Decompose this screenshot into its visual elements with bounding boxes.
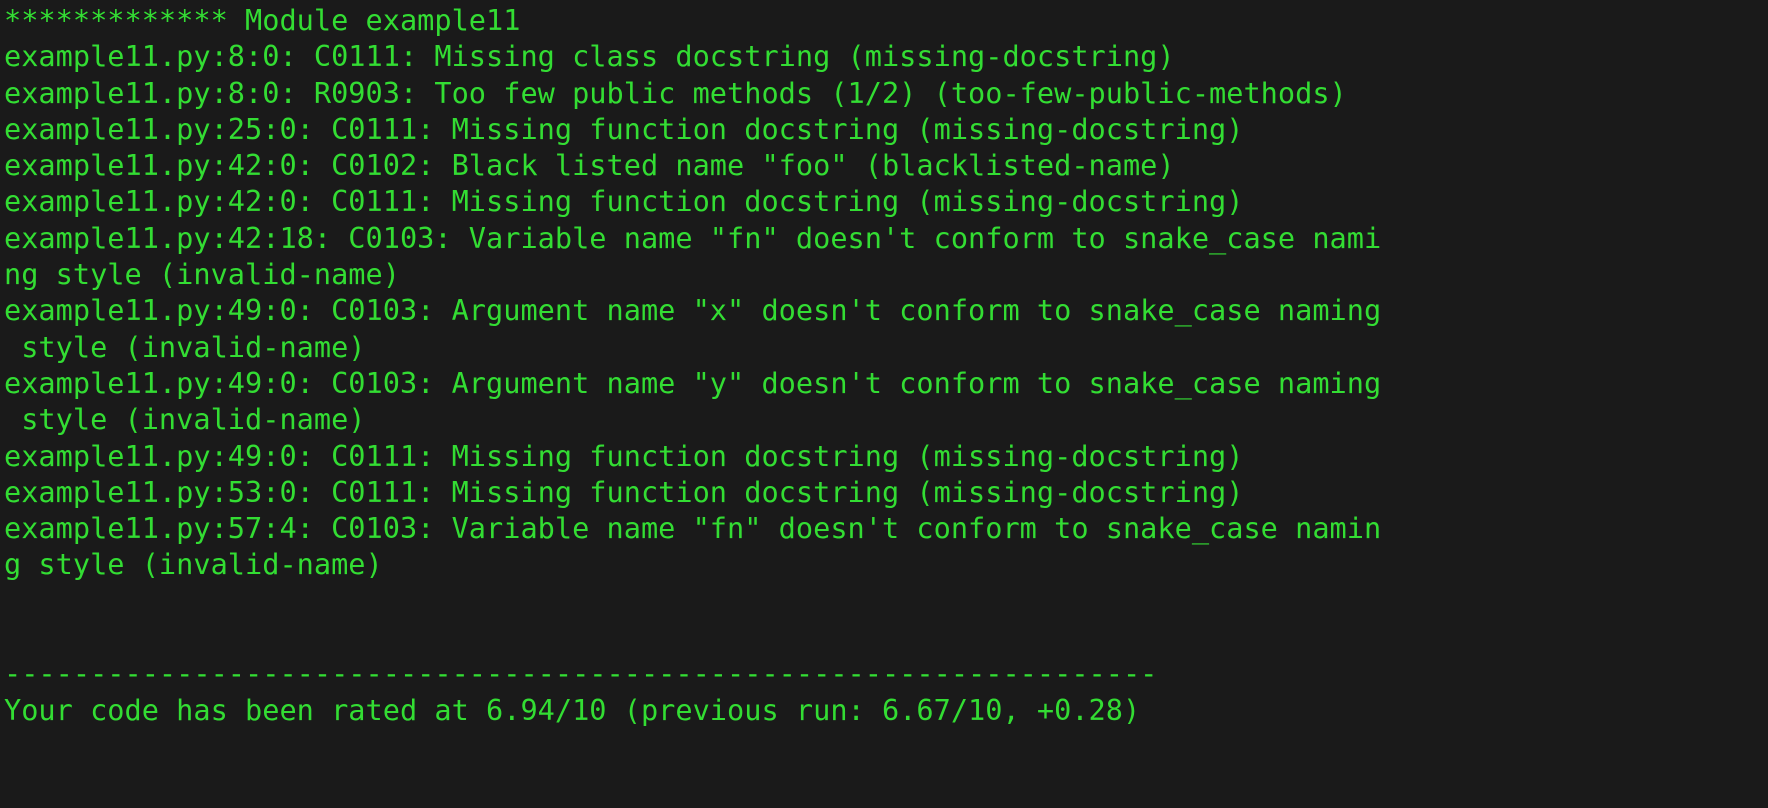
terminal-line: example11.py:8:0: R0903: Too few public … [4,75,1347,110]
terminal-line: example11.py:42:18: C0103: Variable name… [4,220,1382,255]
terminal-line: example11.py:49:0: C0111: Missing functi… [4,438,1244,473]
terminal-rating-line: Your code has been rated at 6.94/10 (pre… [4,692,1141,727]
terminal-line: example11.py:49:0: C0103: Argument name … [4,293,1382,328]
terminal-line: example11.py:57:4: C0103: Variable name … [4,511,1382,546]
terminal-line: example11.py:42:0: C0102: Black listed n… [4,148,1175,183]
terminal-line: style (invalid-name) [4,329,366,364]
terminal-line: example11.py:25:0: C0111: Missing functi… [4,111,1244,146]
terminal-line: ng style (invalid-name) [4,257,400,292]
terminal-line: example11.py:49:0: C0103: Argument name … [4,365,1382,400]
terminal-line: example11.py:42:0: C0111: Missing functi… [4,184,1244,219]
terminal-line: example11.py:53:0: C0111: Missing functi… [4,474,1244,509]
terminal-window[interactable]: ************* Module example11 example11.… [0,0,1768,808]
terminal-line: style (invalid-name) [4,402,366,437]
terminal-separator-line: ----------------------------------------… [4,656,1158,691]
terminal-line: ************* Module example11 [4,3,521,37]
terminal-line: g style (invalid-name) [4,547,383,582]
terminal-line: example11.py:8:0: C0111: Missing class d… [4,39,1175,74]
terminal-output[interactable]: ************* Module example11 example11.… [0,0,1768,728]
